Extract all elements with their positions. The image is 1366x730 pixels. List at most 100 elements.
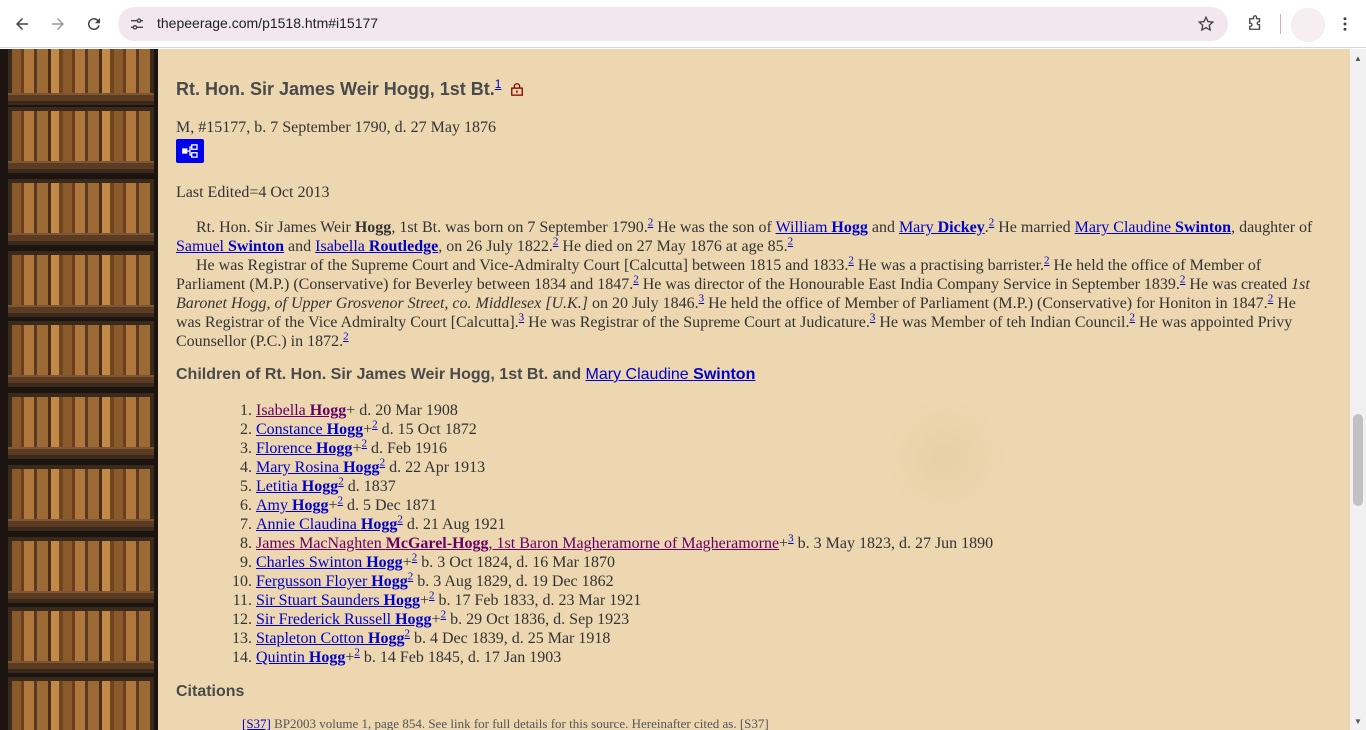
bookmark-star-icon[interactable]	[1196, 14, 1216, 34]
url-text[interactable]: thepeerage.com/p1518.htm#i15177	[157, 15, 378, 31]
citations-heading: Citations	[176, 683, 245, 700]
biography: Rt. Hon. Sir James Weir Hogg, 1st Bt. wa…	[176, 217, 1316, 351]
bio-text: and	[867, 219, 899, 236]
bookshelf-image	[8, 179, 154, 245]
spouse-mother-link[interactable]: Isabella Routledge	[315, 238, 438, 255]
bookshelf-image	[8, 321, 154, 387]
bookshelf-image	[8, 107, 154, 173]
child-dates: d. 22 Apr 1913	[385, 459, 486, 476]
bio-text: , daughter of	[1231, 219, 1313, 236]
child-item: Quintin Hogg+2 b. 14 Feb 1845, d. 17 Jan…	[256, 647, 993, 667]
child-link[interactable]: Florence Hogg	[256, 440, 352, 457]
has-children-marker: +	[363, 421, 373, 438]
child-link[interactable]: Mary Rosina Hogg	[256, 459, 380, 476]
back-button[interactable]	[7, 9, 37, 39]
children-heading-text: Children of Rt. Hon. Sir James Weir Hogg…	[176, 366, 586, 383]
child-item: Sir Stuart Saunders Hogg+2 b. 17 Feb 183…	[256, 590, 993, 610]
child-item: Sir Frederick Russell Hogg+2 b. 29 Oct 1…	[256, 609, 993, 629]
person-name: Rt. Hon. Sir James Weir Hogg, 1st Bt.	[176, 79, 495, 99]
has-children-marker: +	[346, 402, 356, 419]
source-link[interactable]: [S37]	[242, 716, 271, 730]
has-children-marker: +	[779, 535, 789, 552]
extensions-button[interactable]	[1240, 9, 1270, 39]
more-menu-button[interactable]	[1330, 9, 1360, 39]
family-tree-button[interactable]	[176, 139, 204, 163]
browser-toolbar: thepeerage.com/p1518.htm#i15177	[0, 0, 1366, 48]
child-link[interactable]: Isabella Hogg	[256, 402, 346, 419]
mother-link[interactable]: Mary Dickey	[899, 219, 985, 236]
child-dates: b. 3 May 1823, d. 27 Jun 1890	[793, 535, 994, 552]
bio-text: on 20 July 1846.	[587, 295, 699, 312]
site-info-icon[interactable]	[128, 15, 146, 33]
last-edited: Last Edited=4 Oct 2013	[176, 184, 330, 201]
page-viewport: Rt. Hon. Sir James Weir Hogg, 1st Bt.1 M…	[0, 49, 1350, 730]
child-link[interactable]: Annie Claudina Hogg	[256, 516, 397, 533]
bio-text: He was a practising barrister.	[853, 257, 1045, 274]
child-item: Amy Hogg+2 d. 5 Dec 1871	[256, 495, 993, 515]
bio-paragraph: Rt. Hon. Sir James Weir Hogg, 1st Bt. wa…	[176, 217, 1316, 256]
back-icon	[16, 18, 28, 30]
child-link[interactable]: Constance Hogg	[256, 421, 363, 438]
bio-text: He was Member of teh Indian Council.	[875, 314, 1130, 331]
reload-button[interactable]	[79, 9, 109, 39]
profile-avatar[interactable]	[1291, 8, 1325, 42]
family-tree-icon	[182, 144, 198, 158]
bio-paragraph: He was Registrar of the Supreme Court an…	[176, 255, 1316, 351]
citation-link[interactable]: 2	[788, 236, 794, 248]
bookshelf-image	[8, 393, 154, 459]
child-link[interactable]: Amy Hogg	[256, 497, 328, 514]
child-link[interactable]: Sir Frederick Russell Hogg	[256, 611, 432, 628]
child-link[interactable]: James MacNaghten McGarel-Hogg, 1st Baron…	[256, 535, 779, 552]
has-children-marker: +	[431, 611, 441, 628]
bio-text: He was Registrar of the Supreme Court at…	[524, 314, 870, 331]
forward-button[interactable]	[43, 9, 73, 39]
title-citation-link[interactable]: 1	[495, 77, 502, 91]
scroll-down-arrow-icon[interactable]: ▼	[1354, 718, 1362, 726]
spouse-heading-link[interactable]: Mary Claudine Swinton	[586, 366, 756, 383]
children-list: Isabella Hogg+ d. 20 Mar 1908Constance H…	[256, 401, 993, 667]
address-bar[interactable]: thepeerage.com/p1518.htm#i15177	[118, 7, 1228, 41]
child-link[interactable]: Letitia Hogg	[256, 478, 338, 495]
child-item: Letitia Hogg2 d. 1837	[256, 476, 993, 496]
citation-link[interactable]: 2	[343, 331, 349, 343]
scrollbar-thumb[interactable]	[1353, 414, 1363, 506]
extensions-icon	[1249, 15, 1261, 30]
has-children-marker: +	[402, 554, 412, 571]
vertical-scrollbar[interactable]: ▲ ▼	[1350, 49, 1366, 730]
child-link[interactable]: Sir Stuart Saunders Hogg	[256, 592, 420, 609]
bookshelf-image	[8, 251, 154, 317]
child-dates: b. 29 Oct 1836, d. Sep 1923	[446, 611, 630, 628]
child-item: Constance Hogg+2 d. 15 Oct 1872	[256, 419, 993, 439]
more-menu-icon	[1343, 17, 1347, 31]
child-dates: b. 4 Dec 1839, d. 25 Mar 1918	[409, 630, 611, 647]
spouse-link[interactable]: Mary Claudine Swinton	[1075, 219, 1231, 236]
citation-text: BP2003 volume 1, page 854. See link for …	[270, 716, 769, 730]
bio-text: He died on 27 May 1876 at age 85.	[558, 238, 788, 255]
bookshelf-image	[8, 607, 154, 673]
has-children-marker: +	[420, 592, 430, 609]
child-link[interactable]: Fergusson Floyer Hogg	[256, 573, 408, 590]
child-dates: d. 1837	[343, 478, 396, 495]
person-meta: M, #15177, b. 7 September 1790, d. 27 Ma…	[176, 119, 496, 136]
bio-text: He held the office of Member of Parliame…	[704, 295, 1268, 312]
bio-text: He was the son of	[653, 219, 776, 236]
child-item: Charles Swinton Hogg+2 b. 3 Oct 1824, d.…	[256, 552, 993, 572]
child-dates: b. 14 Feb 1845, d. 17 Jan 1903	[359, 649, 562, 666]
child-dates: d. 15 Oct 1872	[377, 421, 477, 438]
child-dates: d. Feb 1916	[366, 440, 447, 457]
child-link[interactable]: Charles Swinton Hogg	[256, 554, 403, 571]
scroll-up-arrow-icon[interactable]: ▲	[1354, 55, 1362, 63]
bio-text: Rt. Hon. Sir James Weir	[196, 219, 355, 236]
child-link[interactable]: Quintin Hogg	[256, 649, 345, 666]
spouse-father-link[interactable]: Samuel Swinton	[176, 238, 284, 255]
child-link[interactable]: Stapleton Cotton Hogg	[256, 630, 404, 647]
bio-surname: Hogg	[354, 219, 392, 236]
citation-item: [S37] BP2003 volume 1, page 854. See lin…	[242, 716, 769, 730]
bookshelf-image	[8, 537, 154, 603]
toolbar-divider	[1280, 14, 1281, 34]
father-link[interactable]: William Hogg	[776, 219, 868, 236]
bio-text: He was director of the Honourable East I…	[638, 276, 1180, 293]
lock-icon[interactable]	[510, 82, 524, 96]
bio-text: , 1st Bt. was born on 7 September 1790.	[391, 219, 648, 236]
bookshelf-image	[8, 49, 154, 105]
